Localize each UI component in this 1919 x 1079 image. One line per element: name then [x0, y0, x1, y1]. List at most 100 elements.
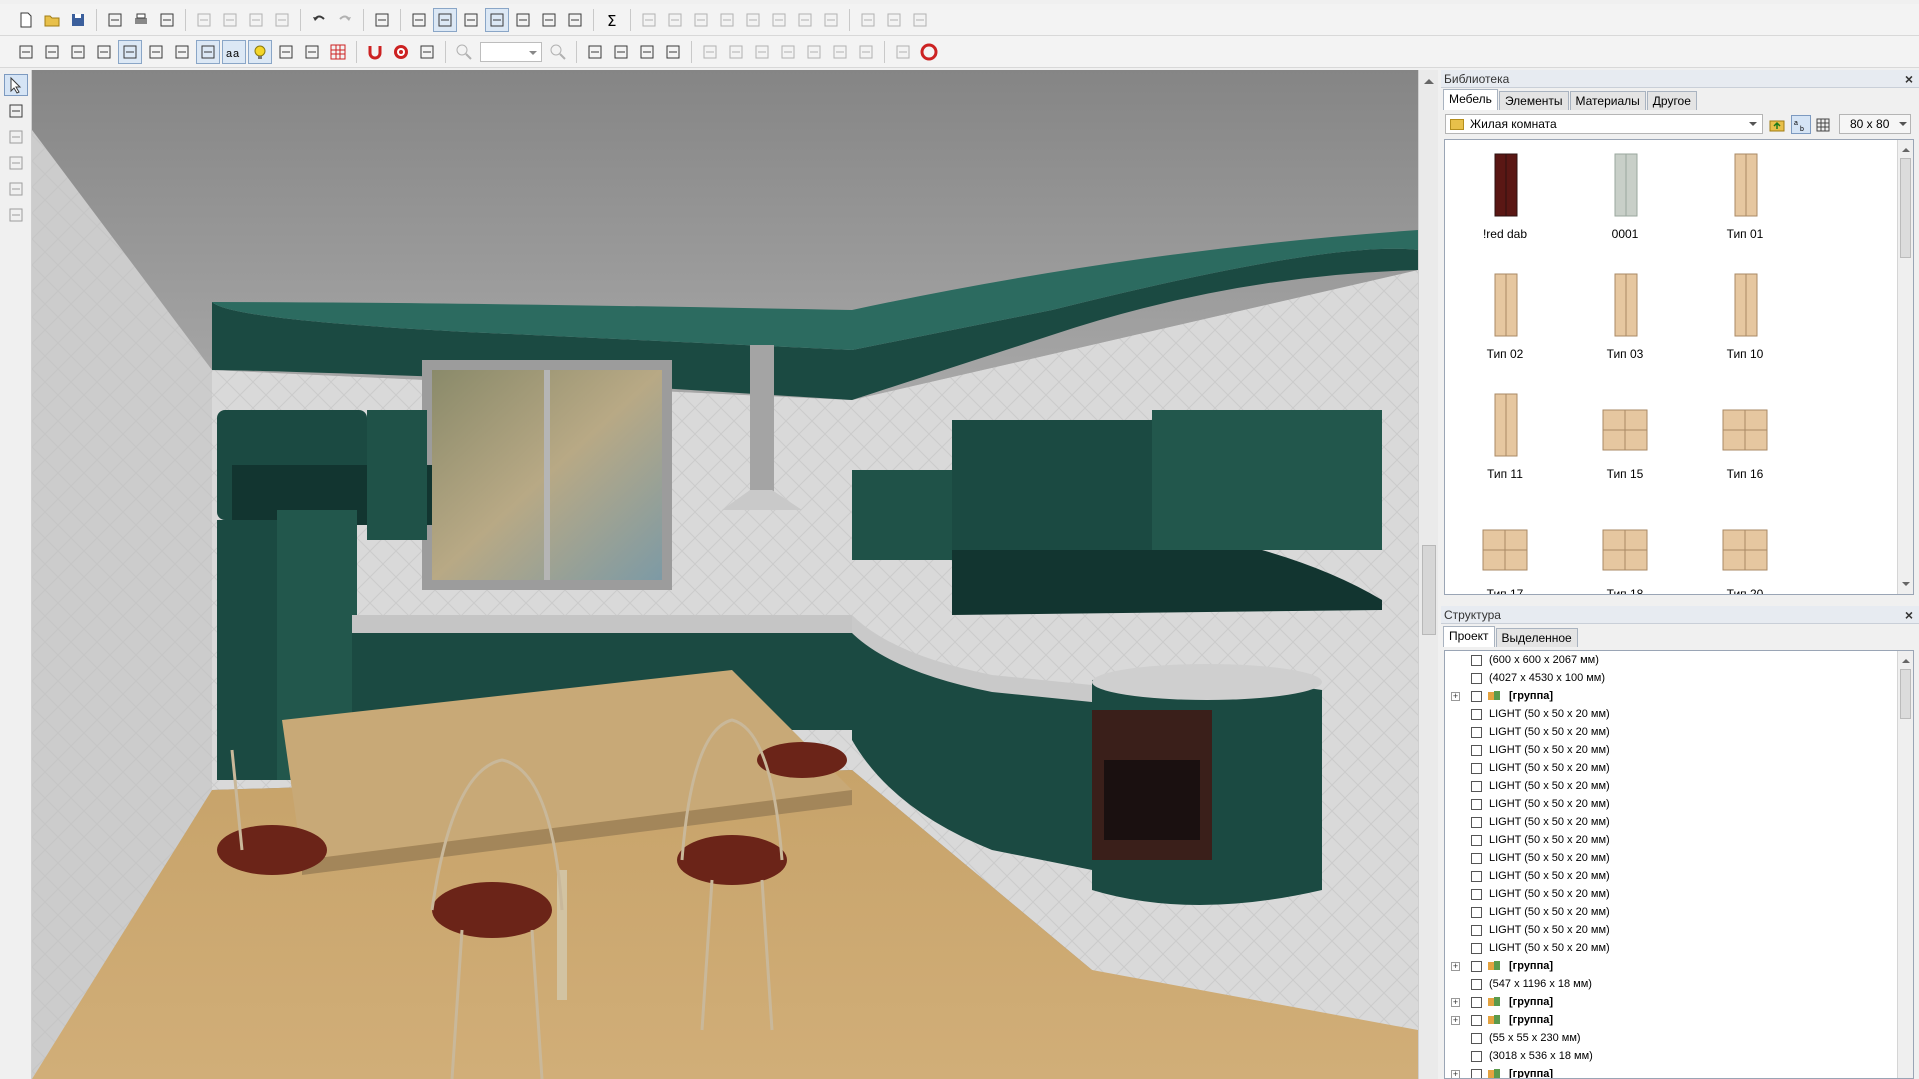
tree-row[interactable]: + [группа] [1445, 957, 1913, 975]
zoom-view-icon[interactable] [459, 8, 483, 32]
wall-tool-icon[interactable] [4, 100, 28, 122]
viewport-scrollbar[interactable] [1418, 70, 1438, 1079]
library-item[interactable]: Тип 03 [1575, 260, 1675, 370]
library-item[interactable]: 0001 [1575, 140, 1675, 250]
tree-row[interactable]: + [группа] [1445, 687, 1913, 705]
texture-icon[interactable] [196, 39, 220, 64]
visibility-checkbox[interactable] [1471, 1015, 1482, 1026]
folder-up-icon[interactable] [1767, 115, 1787, 134]
grid-view-icon[interactable] [1813, 115, 1833, 134]
tree-row[interactable]: LIGHT (50 x 50 x 20 мм) [1445, 741, 1913, 759]
sum-icon[interactable]: Σ [600, 8, 624, 32]
tree-row[interactable]: LIGHT (50 x 50 x 20 мм) [1445, 921, 1913, 939]
library-tab[interactable]: Элементы [1498, 91, 1569, 110]
view-3d-icon[interactable] [118, 39, 142, 64]
align-top-icon[interactable] [689, 8, 713, 32]
library-item[interactable]: Тип 10 [1695, 260, 1795, 370]
tree-row[interactable]: + [группа] [1445, 1065, 1913, 1078]
print-icon[interactable] [129, 8, 153, 32]
zoom-in-icon[interactable] [452, 40, 476, 64]
render-icon[interactable] [537, 8, 561, 32]
snap-icon[interactable] [415, 40, 439, 64]
visibility-checkbox[interactable] [1471, 943, 1482, 954]
tree-row[interactable]: (547 x 1196 x 18 мм) [1445, 975, 1913, 993]
ungroup-icon[interactable] [724, 40, 748, 64]
tree-row[interactable]: LIGHT (50 x 50 x 20 мм) [1445, 723, 1913, 741]
cut-x-icon[interactable] [192, 8, 216, 32]
pen-icon[interactable] [661, 40, 685, 64]
visibility-checkbox[interactable] [1471, 889, 1482, 900]
expand-icon[interactable]: + [1451, 998, 1460, 1007]
expand-icon[interactable]: + [1451, 962, 1460, 971]
space-v-icon[interactable] [819, 8, 843, 32]
checklist-icon[interactable] [407, 8, 431, 32]
edit-icon[interactable] [103, 8, 127, 32]
library-item[interactable]: Тип 17 [1455, 500, 1555, 594]
library-item[interactable]: Тип 16 [1695, 380, 1795, 490]
visibility-checkbox[interactable] [1471, 1051, 1482, 1062]
library-item[interactable]: Тип 18 [1575, 500, 1675, 594]
visibility-checkbox[interactable] [1471, 709, 1482, 720]
library-item[interactable]: Тип 11 [1455, 380, 1555, 490]
scroll-thumb[interactable] [1900, 158, 1911, 258]
align-left-icon[interactable] [637, 8, 661, 32]
distribute-v-icon[interactable] [767, 8, 791, 32]
shaded-icon[interactable] [170, 40, 194, 64]
visibility-checkbox[interactable] [1471, 979, 1482, 990]
tree-row[interactable]: LIGHT (50 x 50 x 20 мм) [1445, 759, 1913, 777]
scroll-thumb[interactable] [1900, 669, 1911, 719]
tree-row[interactable]: (600 x 600 x 2067 мм) [1445, 651, 1913, 669]
library-item[interactable]: Тип 15 [1575, 380, 1675, 490]
save-icon[interactable] [66, 8, 90, 32]
align-middle-icon[interactable] [715, 8, 739, 32]
visibility-checkbox[interactable] [1471, 763, 1482, 774]
visibility-checkbox[interactable] [1471, 835, 1482, 846]
grid-icon[interactable] [326, 40, 350, 64]
expand-icon[interactable]: + [1451, 692, 1460, 701]
ruler-icon[interactable] [300, 40, 324, 64]
library-item[interactable]: Тип 01 [1695, 140, 1795, 250]
grid-view-icon[interactable] [485, 7, 509, 32]
view-top-icon[interactable] [66, 40, 90, 64]
expand-icon[interactable]: + [1451, 1070, 1460, 1078]
lifebuoy-icon[interactable] [917, 40, 941, 64]
scale-icon[interactable] [776, 40, 800, 64]
tree-row[interactable]: LIGHT (50 x 50 x 20 мм) [1445, 705, 1913, 723]
target-icon[interactable] [389, 40, 413, 64]
library-scrollbar[interactable] [1897, 140, 1913, 594]
tree-row[interactable]: LIGHT (50 x 50 x 20 мм) [1445, 813, 1913, 831]
close-icon[interactable]: × [1905, 606, 1913, 624]
visibility-checkbox[interactable] [1471, 1033, 1482, 1044]
tree-row[interactable]: LIGHT (50 x 50 x 20 мм) [1445, 903, 1913, 921]
print-preview-icon[interactable] [155, 8, 179, 32]
tree-row[interactable]: + [группа] [1445, 1011, 1913, 1029]
move-icon[interactable] [609, 40, 633, 64]
rotate-icon[interactable] [882, 8, 906, 32]
distribute-h-icon[interactable] [741, 8, 765, 32]
library-tab[interactable]: Материалы [1569, 91, 1646, 110]
close-icon[interactable]: × [1905, 70, 1913, 88]
visibility-checkbox[interactable] [1471, 655, 1482, 666]
tree-row[interactable]: LIGHT (50 x 50 x 20 мм) [1445, 885, 1913, 903]
wireframe-icon[interactable] [144, 40, 168, 64]
tree-row[interactable]: LIGHT (50 x 50 x 20 мм) [1445, 831, 1913, 849]
scissors-icon[interactable] [218, 8, 242, 32]
select-all-icon[interactable] [583, 40, 607, 64]
visibility-checkbox[interactable] [1471, 871, 1482, 882]
tree-row[interactable]: LIGHT (50 x 50 x 20 мм) [1445, 795, 1913, 813]
room-tool-icon[interactable] [4, 126, 28, 148]
category-select[interactable]: Жилая комната [1445, 114, 1763, 134]
structure-scrollbar[interactable] [1897, 651, 1913, 1078]
new-file-icon[interactable] [14, 8, 38, 32]
library-item[interactable]: Тип 20 [1695, 500, 1795, 594]
properties-icon[interactable] [370, 8, 394, 32]
sort-ab-icon[interactable]: ab [1791, 115, 1811, 134]
flip-icon[interactable] [908, 8, 932, 32]
scroll-down-arrow[interactable] [1902, 582, 1910, 590]
visibility-checkbox[interactable] [1471, 853, 1482, 864]
scroll-up-arrow[interactable] [1902, 144, 1910, 152]
undo-icon[interactable] [307, 8, 331, 32]
tree-row[interactable]: LIGHT (50 x 50 x 20 мм) [1445, 939, 1913, 957]
rotate-3d-icon[interactable] [635, 40, 659, 64]
expand-icon[interactable]: + [1451, 1016, 1460, 1025]
